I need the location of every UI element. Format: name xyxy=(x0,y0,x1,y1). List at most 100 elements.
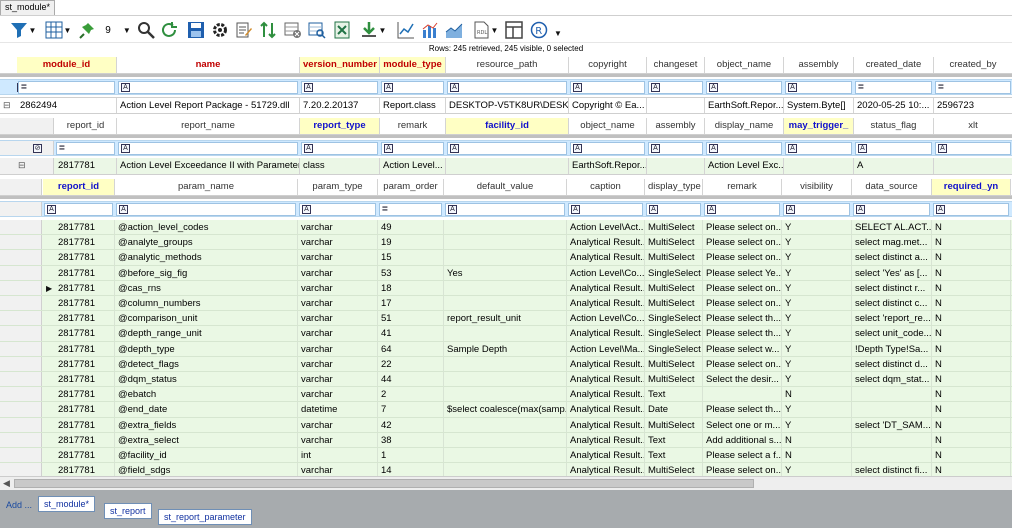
cell-report-id[interactable]: 2817781 xyxy=(55,448,115,463)
cell-remark[interactable]: Please select w... xyxy=(703,341,782,356)
column-header-version-number[interactable]: version_number xyxy=(300,57,380,73)
cell-caption[interactable]: Action Level\Act... xyxy=(567,220,645,235)
cell-visibility[interactable]: Y xyxy=(782,220,852,235)
cell-param-name[interactable]: @detect_flags xyxy=(115,356,298,371)
cell-default-value[interactable] xyxy=(444,280,567,295)
cell-caption[interactable]: Action Level\Ma... xyxy=(567,341,645,356)
column-header-may-trigger[interactable]: may_trigger_ xyxy=(784,118,854,134)
cell-report-id[interactable]: 2817781 xyxy=(55,432,115,447)
cell-param-name[interactable]: @analytic_methods xyxy=(115,250,298,265)
cell-default-value[interactable] xyxy=(444,356,567,371)
cell-default-value[interactable] xyxy=(444,387,567,402)
cell-required-yn[interactable]: N xyxy=(932,402,1011,417)
refresh-button[interactable] xyxy=(159,19,179,41)
cell-data-source[interactable]: select distinct d... xyxy=(852,356,932,371)
column-header-facility-id[interactable]: facility_id xyxy=(446,118,569,134)
cell-param-order[interactable]: 41 xyxy=(378,326,444,341)
column-header-display-type[interactable]: display_type xyxy=(645,179,703,195)
download-button[interactable]: ▼ xyxy=(356,19,390,41)
cell-visibility[interactable]: N xyxy=(782,448,852,463)
add-tab-link[interactable]: Add ... xyxy=(6,500,32,510)
cell-changeset[interactable] xyxy=(647,98,705,113)
cell-required-yn[interactable]: N xyxy=(932,372,1011,387)
cell-param-type[interactable]: int xyxy=(298,448,378,463)
scroll-left-icon[interactable]: ◀ xyxy=(3,478,10,489)
scroll-thumb[interactable] xyxy=(14,479,754,488)
cell-data-source[interactable] xyxy=(852,402,932,417)
cell-caption[interactable]: Analytical Result... xyxy=(567,235,645,250)
column-header-param-order[interactable]: param_order xyxy=(378,179,444,195)
bar-chart-button[interactable] xyxy=(420,19,440,41)
cell-remark[interactable]: Please select a f... xyxy=(703,448,782,463)
filter-input-default-value[interactable]: A xyxy=(445,203,565,216)
cell-visibility[interactable]: Y xyxy=(782,341,852,356)
column-header-report-name[interactable]: report_name xyxy=(117,118,300,134)
cell-report-id[interactable]: 2817781 xyxy=(55,417,115,432)
cell-remark[interactable]: Action Level... xyxy=(380,158,446,174)
cell-param-type[interactable]: varchar xyxy=(298,356,378,371)
cell-display-type[interactable]: Text xyxy=(645,432,703,447)
cell-caption[interactable]: Analytical Result... xyxy=(567,432,645,447)
cell-param-type[interactable]: varchar xyxy=(298,432,378,447)
column-header-caption[interactable]: caption xyxy=(567,179,645,195)
cell-param-type[interactable]: varchar xyxy=(298,280,378,295)
filter-button[interactable]: ▼ xyxy=(6,19,40,41)
filter-input-changeset[interactable]: A xyxy=(648,81,703,94)
column-header-param-name[interactable]: param_name xyxy=(115,179,298,195)
cell-param-order[interactable]: 22 xyxy=(378,356,444,371)
cell-param-type[interactable]: varchar xyxy=(298,296,378,311)
cell-param-type[interactable]: varchar xyxy=(298,265,378,280)
cell-param-name[interactable]: @depth_range_unit xyxy=(115,326,298,341)
filter-input-created-by[interactable]: = xyxy=(935,81,1011,94)
table-row[interactable]: 2817781 @depth_range_unit varchar 41 Analyti… xyxy=(0,326,1012,342)
column-header-remark[interactable]: remark xyxy=(703,179,782,195)
filter-input-display-name[interactable]: A xyxy=(706,142,782,155)
filter-input-caption[interactable]: A xyxy=(568,203,643,216)
pin-button[interactable] xyxy=(78,19,98,41)
table-row[interactable]: 2817781 @facility_id int 1 Analytical Result… xyxy=(0,448,1012,464)
cell-param-type[interactable]: varchar xyxy=(298,326,378,341)
cell-required-yn[interactable]: N xyxy=(932,235,1011,250)
cell-param-type[interactable]: varchar xyxy=(298,387,378,402)
cell-param-order[interactable]: 2 xyxy=(378,387,444,402)
tab-st-report[interactable]: st_report xyxy=(104,503,152,519)
cell-display-type[interactable]: SingleSelect xyxy=(645,341,703,356)
cell-caption[interactable]: Analytical Result... xyxy=(567,296,645,311)
cell-display-type[interactable]: MultiSelect xyxy=(645,356,703,371)
find-in-table-button[interactable] xyxy=(307,19,327,41)
cell-remark[interactable]: Please select th... xyxy=(703,326,782,341)
cell-param-order[interactable]: 51 xyxy=(378,311,444,326)
cell-display-type[interactable]: SingleSelect xyxy=(645,265,703,280)
registered-button[interactable]: R ▼ xyxy=(528,19,564,41)
cell-default-value[interactable]: $select coalesce(max(samp... xyxy=(444,402,567,417)
cell-param-type[interactable]: varchar xyxy=(298,235,378,250)
cell-report-id[interactable]: 2817781 xyxy=(55,356,115,371)
cell-param-type[interactable]: varchar xyxy=(298,372,378,387)
cell-visibility[interactable]: Y xyxy=(782,417,852,432)
cell-required-yn[interactable]: N xyxy=(932,250,1011,265)
cell-visibility[interactable]: Y xyxy=(782,356,852,371)
cell-default-value[interactable] xyxy=(444,432,567,447)
cell-report-id[interactable]: 2817781 xyxy=(55,280,115,295)
report-button[interactable]: RDL ▼ xyxy=(468,19,502,41)
column-header-module-type[interactable]: module_type xyxy=(380,57,446,73)
save-button[interactable] xyxy=(186,19,206,41)
cell-param-order[interactable]: 17 xyxy=(378,296,444,311)
column-header-report-type[interactable]: report_type xyxy=(300,118,380,134)
cell-name[interactable]: Action Level Report Package - 51729.dll xyxy=(117,98,300,113)
cell-param-type[interactable]: varchar xyxy=(298,341,378,356)
cell-data-source[interactable]: select 'report_re... xyxy=(852,311,932,326)
cell-report-id[interactable]: 2817781 xyxy=(55,326,115,341)
cell-remark[interactable]: Please select on... xyxy=(703,296,782,311)
grid-layout-button[interactable]: ▼ xyxy=(42,19,74,41)
table-row[interactable]: 2817781 @detect_flags varchar 22 Analytical … xyxy=(0,356,1012,372)
cell-report-id[interactable]: 2817781 xyxy=(55,235,115,250)
cell-data-source[interactable]: select distinct r... xyxy=(852,280,932,295)
filter-input-created-date[interactable]: = xyxy=(855,81,932,94)
cell-param-order[interactable]: 1 xyxy=(378,448,444,463)
column-header-xlt[interactable]: xlt xyxy=(934,118,1012,134)
cell-param-name[interactable]: @comparison_unit xyxy=(115,311,298,326)
table-row[interactable]: 2817781 @column_numbers varchar 17 Analytica… xyxy=(0,296,1012,312)
cell-data-source[interactable] xyxy=(852,432,932,447)
horizontal-scrollbar[interactable]: ◀ xyxy=(0,476,1012,490)
